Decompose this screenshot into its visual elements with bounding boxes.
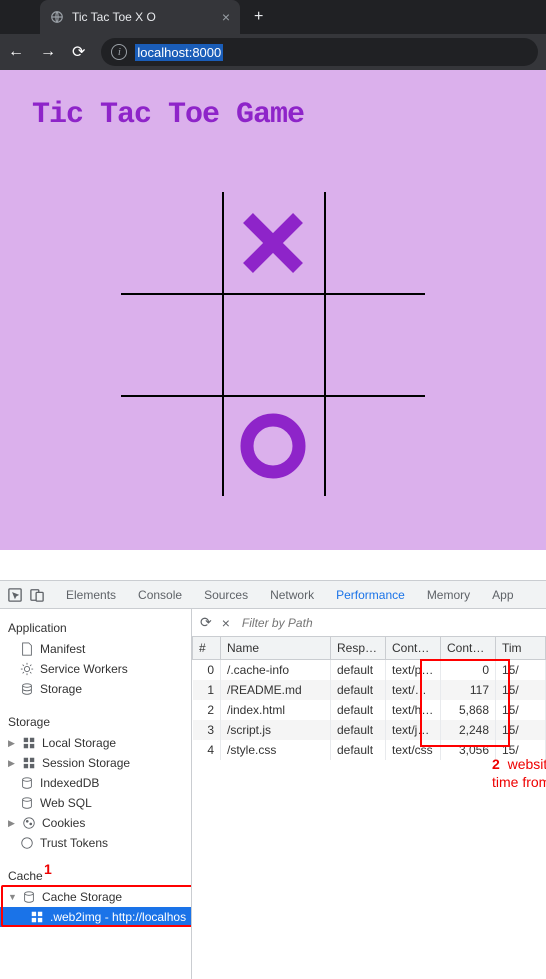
col-content-length[interactable]: Conte…	[441, 637, 496, 660]
grid-icon	[30, 910, 44, 924]
close-icon[interactable]: ×	[222, 9, 230, 25]
tab-bar: Tic Tac Toe X O × +	[0, 0, 546, 34]
board-cell-o[interactable]	[222, 395, 323, 496]
inspect-icon[interactable]	[8, 588, 22, 602]
close-icon[interactable]: ×	[222, 615, 230, 631]
page-content: Tic Tac Toe Game	[0, 70, 546, 550]
group-cache: Cache	[0, 865, 191, 887]
cookie-icon	[22, 816, 36, 830]
sidebar-item-trust-tokens[interactable]: Trust Tokens	[0, 833, 191, 853]
col-name[interactable]: Name	[221, 637, 331, 660]
reload-icon[interactable]: ⟳	[72, 42, 85, 62]
group-storage: Storage	[0, 711, 191, 733]
page-title: Tic Tac Toe Game	[32, 98, 536, 132]
database-icon	[20, 776, 34, 790]
devtools-tabs: Elements Console Sources Network Perform…	[66, 588, 514, 602]
grid-line	[121, 293, 425, 295]
o-mark-icon	[238, 411, 308, 481]
table-row[interactable]: 0/.cache-infodefaulttext/p…015/	[193, 660, 546, 681]
tab-sources[interactable]: Sources	[204, 588, 248, 602]
devtools-sidebar: Application Manifest Service Workers Sto…	[0, 609, 192, 979]
filter-bar: ⟳ ×	[192, 609, 546, 637]
tab-elements[interactable]: Elements	[66, 588, 116, 602]
url-input[interactable]: i localhost:8000	[101, 38, 538, 66]
browser-chrome: Tic Tac Toe X O × + ← → ⟳ i localhost:80…	[0, 0, 546, 70]
tab-title: Tic Tac Toe X O	[72, 10, 156, 24]
board-cell-x[interactable]	[222, 192, 323, 293]
gear-icon	[20, 662, 34, 676]
globe-icon	[50, 10, 64, 24]
back-icon[interactable]: ←	[8, 43, 24, 61]
sidebar-item-manifest[interactable]: Manifest	[0, 639, 191, 659]
sidebar-item-websql[interactable]: Web SQL	[0, 793, 191, 813]
database-icon	[22, 890, 36, 904]
devtools-header: Elements Console Sources Network Perform…	[0, 581, 546, 609]
col-response[interactable]: Respo…	[331, 637, 386, 660]
table-row[interactable]: 2/index.htmldefaulttext/h…5,86815/	[193, 700, 546, 720]
sidebar-item-cookies[interactable]: ▶Cookies	[0, 813, 191, 833]
annotation-label-1: 1	[44, 861, 52, 877]
tictactoe-board	[121, 192, 425, 496]
new-tab-button[interactable]: +	[254, 8, 263, 26]
devtools-panel: Elements Console Sources Network Perform…	[0, 580, 546, 979]
sidebar-item-session-storage[interactable]: ▶Session Storage	[0, 753, 191, 773]
col-time[interactable]: Tim	[496, 637, 546, 660]
token-icon	[20, 836, 34, 850]
tab-performance[interactable]: Performance	[336, 588, 405, 602]
device-icon[interactable]	[30, 588, 44, 602]
table-row[interactable]: 3/script.jsdefaulttext/ja…2,24815/	[193, 720, 546, 740]
database-icon	[20, 796, 34, 810]
database-icon	[20, 682, 34, 696]
sidebar-item-local-storage[interactable]: ▶Local Storage	[0, 733, 191, 753]
devtools-main: ⟳ × # Name Respo… Conte… Conte… Tim 0/.c…	[192, 609, 546, 979]
group-application: Application	[0, 617, 191, 639]
sidebar-item-service-workers[interactable]: Service Workers	[0, 659, 191, 679]
reload-icon[interactable]: ⟳	[200, 614, 212, 631]
url-bar: ← → ⟳ i localhost:8000	[0, 34, 546, 70]
cache-table: # Name Respo… Conte… Conte… Tim 0/.cache…	[192, 637, 546, 760]
tab-memory[interactable]: Memory	[427, 588, 470, 602]
tab-console[interactable]: Console	[138, 588, 182, 602]
info-icon[interactable]: i	[111, 44, 127, 60]
tab-application[interactable]: App	[492, 588, 513, 602]
browser-tab[interactable]: Tic Tac Toe X O ×	[40, 0, 240, 34]
sidebar-item-indexeddb[interactable]: IndexedDB	[0, 773, 191, 793]
col-content-type[interactable]: Conte…	[386, 637, 441, 660]
annotation-text-2: 2 website files being decoded in real-ti…	[492, 755, 546, 791]
grid-line	[324, 192, 326, 496]
sidebar-item-cache-entry[interactable]: .web2img - http://localhos	[0, 907, 191, 927]
url-text: localhost:8000	[135, 44, 223, 61]
filter-input[interactable]	[240, 615, 538, 631]
forward-icon[interactable]: →	[40, 43, 56, 61]
file-icon	[20, 642, 34, 656]
grid-icon	[22, 756, 36, 770]
sidebar-item-storage[interactable]: Storage	[0, 679, 191, 699]
col-index[interactable]: #	[193, 637, 221, 660]
tab-network[interactable]: Network	[270, 588, 314, 602]
sidebar-item-cache-storage[interactable]: ▼Cache Storage	[0, 887, 191, 907]
x-mark-icon	[238, 208, 308, 278]
grid-icon	[22, 736, 36, 750]
table-row[interactable]: 1/README.mddefaulttext/…11715/	[193, 680, 546, 700]
